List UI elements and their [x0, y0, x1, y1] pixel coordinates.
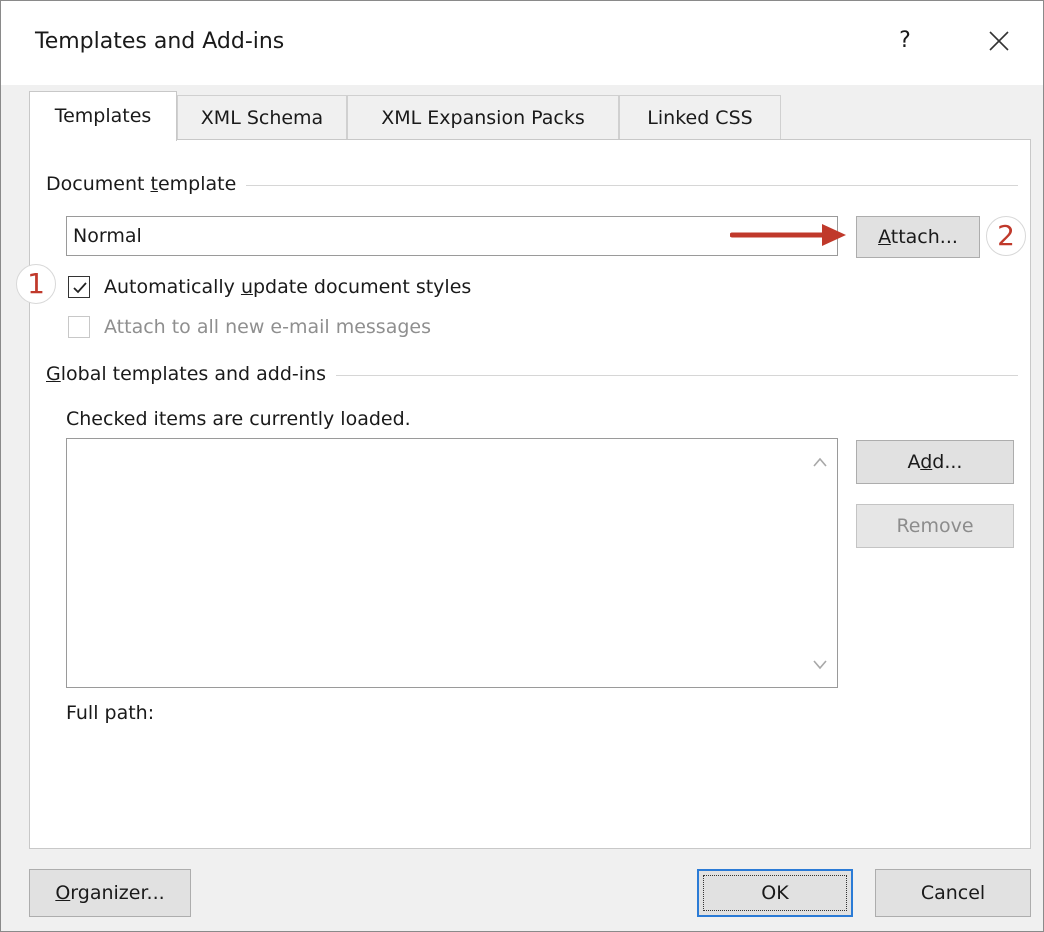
organizer-button[interactable]: Organizer...	[29, 869, 191, 917]
document-template-field[interactable]: Normal	[66, 216, 838, 256]
chevron-down-icon	[813, 660, 827, 670]
close-icon	[989, 31, 1009, 51]
tab-linked-css[interactable]: Linked CSS	[619, 95, 781, 139]
list-scrollbar[interactable]	[803, 439, 837, 687]
title-bar: Templates and Add-ins ?	[1, 1, 1043, 85]
step-2-badge: 2	[986, 216, 1026, 256]
templates-addins-dialog: Templates and Add-ins ? Templates XML Sc…	[0, 0, 1044, 932]
document-template-heading: Document template	[46, 173, 247, 195]
checkmark-icon	[73, 282, 87, 294]
templates-tab-panel: Document template Normal Attach... 2 1 A…	[16, 139, 1031, 849]
dialog-title: Templates and Add-ins	[35, 29, 285, 54]
step-1-badge: 1	[16, 264, 56, 304]
help-button[interactable]: ?	[885, 21, 925, 61]
global-templates-list[interactable]	[66, 438, 838, 688]
scroll-down-button[interactable]	[803, 651, 837, 681]
global-templates-heading: Global templates and add-ins	[46, 363, 336, 385]
add-button[interactable]: Add...	[856, 440, 1014, 484]
close-button[interactable]	[977, 19, 1021, 63]
remove-button: Remove	[856, 504, 1014, 548]
cancel-button[interactable]: Cancel	[875, 869, 1031, 917]
chevron-up-icon	[813, 457, 827, 467]
tab-xml-schema[interactable]: XML Schema	[177, 95, 347, 139]
tab-xml-expansion-packs[interactable]: XML Expansion Packs	[347, 95, 619, 139]
auto-update-styles-label: Automatically update document styles	[104, 276, 472, 298]
auto-update-styles-checkbox[interactable]	[68, 276, 90, 298]
ok-button[interactable]: OK	[697, 869, 853, 917]
focus-rectangle	[703, 875, 847, 911]
loaded-items-hint: Checked items are currently loaded.	[66, 408, 411, 430]
tab-templates[interactable]: Templates	[29, 91, 177, 141]
auto-update-styles-row[interactable]: Automatically update document styles	[68, 273, 628, 303]
attach-email-row: Attach to all new e-mail messages	[68, 313, 628, 343]
attach-email-checkbox	[68, 316, 90, 338]
attach-email-label: Attach to all new e-mail messages	[104, 316, 431, 338]
arrow-annotation-icon	[730, 224, 846, 246]
scroll-up-button[interactable]	[803, 449, 837, 479]
attach-button[interactable]: Attach...	[856, 216, 980, 258]
full-path-label: Full path:	[66, 702, 155, 724]
